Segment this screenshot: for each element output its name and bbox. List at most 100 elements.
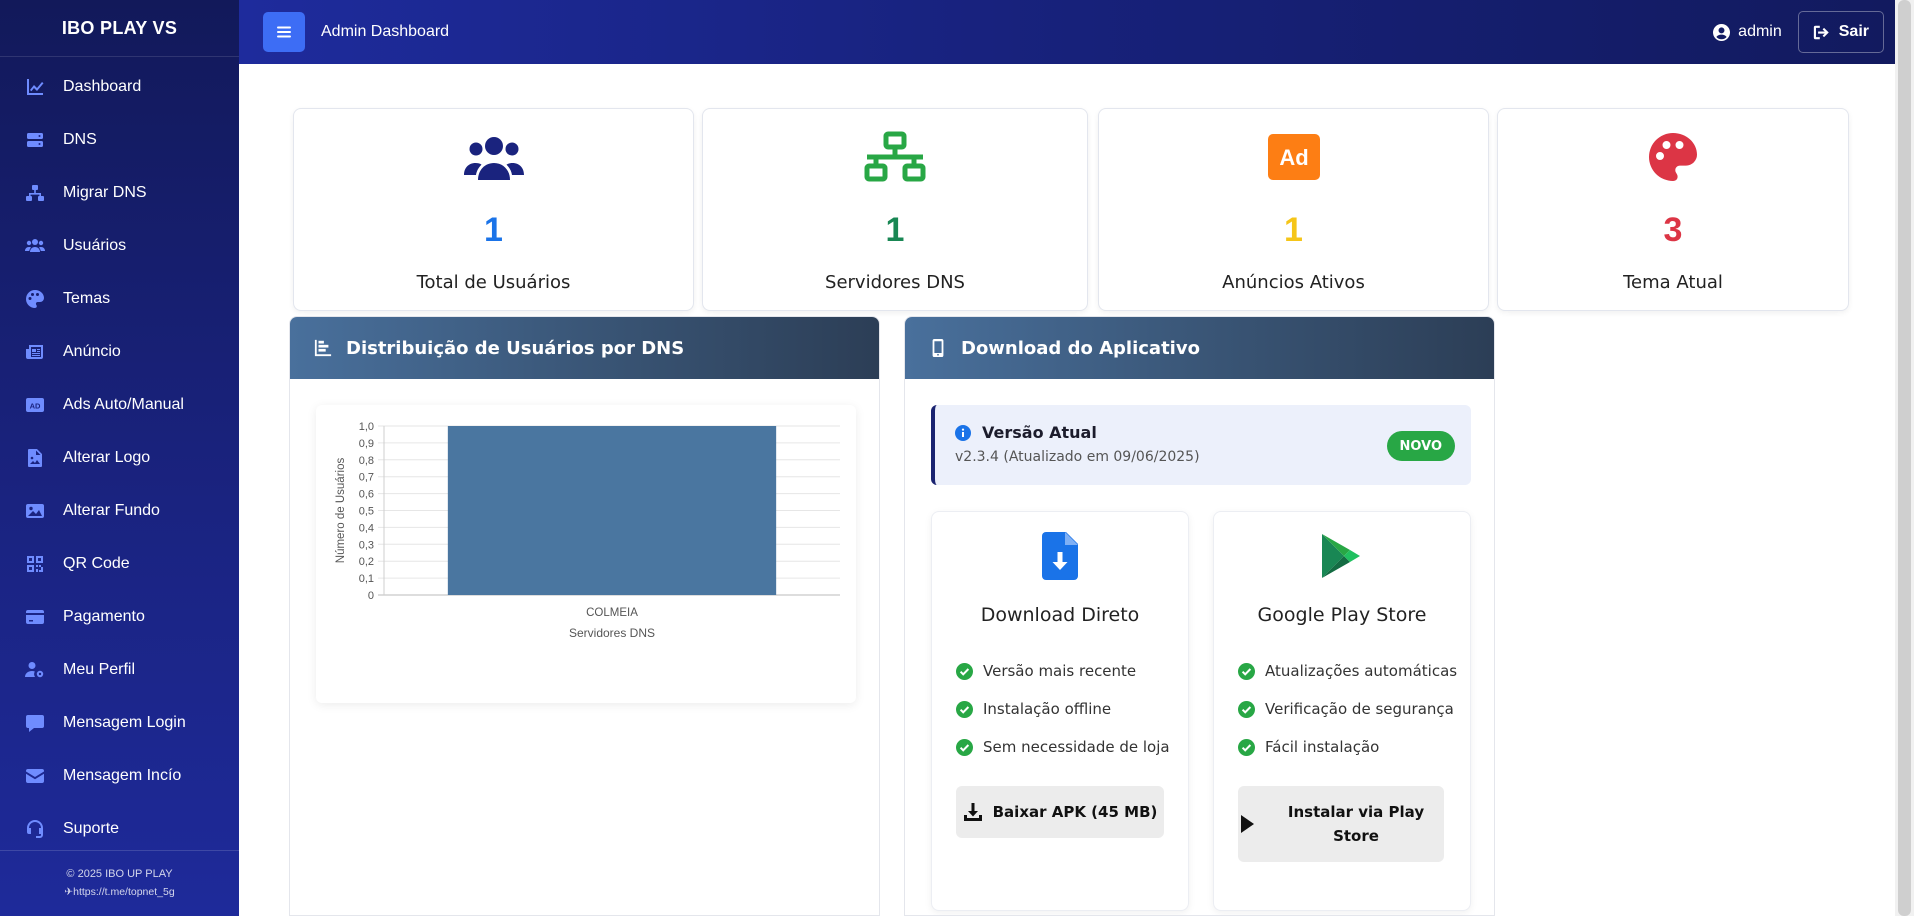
feature-item: Sem necessidade de loja — [956, 728, 1170, 766]
sidebar-item-alterar-fundo[interactable]: Alterar Fundo — [0, 484, 239, 537]
topbar: Admin Dashboard admin Sair — [239, 0, 1914, 64]
y-axis-title: Número de Usuários — [335, 458, 347, 564]
google-play-icon — [1241, 815, 1254, 833]
sidebar-item-migrar-dns[interactable]: Migrar DNS — [0, 166, 239, 219]
palette-icon — [25, 289, 45, 309]
sidebar-item-qr-code[interactable]: QR Code — [0, 537, 239, 590]
svg-text:AD: AD — [30, 401, 41, 410]
topbar-actions: admin Sair — [1713, 11, 1884, 53]
stat-label: Servidores DNS — [825, 272, 965, 293]
sidebar-item-anuncio[interactable]: Anúncio — [0, 325, 239, 378]
y-tick-label: 0,2 — [359, 556, 374, 568]
y-tick-label: 0,7 — [359, 472, 374, 484]
network-icon — [25, 183, 45, 203]
sidebar-nav: Dashboard DNS Migrar DNS Usuários Temas … — [0, 57, 239, 855]
sidebar-item-usuarios[interactable]: Usuários — [0, 219, 239, 272]
sidebar-item-ads[interactable]: AD Ads Auto/Manual — [0, 378, 239, 431]
user-menu[interactable]: admin — [1713, 23, 1782, 41]
download-card-title: Download Direto — [980, 604, 1140, 626]
feature-text: Fácil instalação — [1265, 738, 1380, 756]
stat-card-tema-atual: 3 Tema Atual — [1497, 108, 1849, 311]
envelope-icon — [25, 766, 45, 786]
newspaper-icon — [25, 342, 45, 362]
download-apk-button[interactable]: Baixar APK (45 MB) — [956, 786, 1164, 838]
sign-out-icon — [1813, 25, 1829, 39]
page-scrollbar[interactable] — [1895, 0, 1914, 916]
footer-link-text: https://t.me/topnet_5g — [73, 886, 175, 898]
sidebar-item-label: Mensagem Login — [63, 713, 186, 731]
y-tick-label: 0,9 — [359, 438, 374, 450]
play-store-button[interactable]: Instalar via Play Store — [1238, 786, 1444, 862]
ad-icon: AD — [25, 395, 45, 415]
sidebar-item-label: DNS — [63, 130, 97, 148]
stat-value: 1 — [885, 211, 905, 249]
feature-item: Verificação de segurança — [1238, 690, 1457, 728]
check-circle-icon — [1238, 738, 1255, 756]
sidebar-item-label: Migrar DNS — [63, 183, 147, 201]
y-tick-label: 0,4 — [359, 522, 374, 534]
username: admin — [1738, 23, 1782, 40]
google-play-icon — [1322, 534, 1360, 578]
stat-card-anuncios-ativos: Ad 1 Anúncios Ativos — [1098, 108, 1489, 311]
sidebar-item-dashboard[interactable]: Dashboard — [0, 60, 239, 113]
y-tick-label: 0,5 — [359, 506, 374, 518]
feature-list: Atualizações automáticas Verificação de … — [1238, 652, 1457, 766]
new-badge: NOVO — [1386, 431, 1455, 461]
stat-label: Total de Usuários — [416, 272, 571, 293]
google-play-card: Google Play Store Atualizações automátic… — [1213, 511, 1471, 911]
footer-telegram-link[interactable]: ✈https://t.me/topnet_5g — [0, 883, 239, 901]
scrollbar-thumb[interactable] — [1898, 0, 1911, 916]
sidebar-item-label: Meu Perfil — [63, 660, 136, 678]
chart-card: 0 0,1 0,2 0,3 0,4 0,5 0,6 0,7 0,8 0,9 1,0 COLMEIA Se… — [316, 405, 856, 703]
telegram-icon: ✈ — [64, 886, 74, 898]
y-tick-label: 0,3 — [359, 539, 374, 551]
y-tick-label: 0,8 — [359, 455, 374, 467]
logout-button[interactable]: Sair — [1797, 11, 1884, 53]
sidebar-item-mensagem-login[interactable]: Mensagem Login — [0, 696, 239, 749]
bar — [447, 426, 777, 595]
check-circle-icon — [956, 738, 973, 756]
sidebar-item-label: Alterar Logo — [63, 448, 151, 466]
chart-line-icon — [25, 77, 45, 97]
sidebar-item-dns[interactable]: DNS — [0, 113, 239, 166]
sidebar-item-label: QR Code — [63, 554, 130, 572]
info-circle-icon — [955, 425, 971, 441]
chart-panel: Distribuição de Usuários por DNS 0 0,1 0,2… — [289, 316, 880, 916]
download-card-title: Google Play Store — [1257, 604, 1427, 626]
chart-panel-title: Distribuição de Usuários por DNS — [346, 337, 685, 359]
network-icon — [864, 131, 926, 182]
y-tick-label: 0 — [368, 590, 374, 602]
sidebar-item-temas[interactable]: Temas — [0, 272, 239, 325]
sidebar-item-label: Dashboard — [63, 77, 142, 95]
sidebar-item-mensagem-inicio[interactable]: Mensagem Incío — [0, 749, 239, 802]
file-image-icon — [25, 448, 45, 468]
download-panel-header: Download do Aplicativo — [905, 317, 1494, 379]
footer-copyright: © 2025 IBO UP PLAY — [66, 868, 173, 880]
version-subtitle: v2.3.4 (Atualizado em 09/06/2025) — [955, 449, 1200, 465]
stat-value: 1 — [484, 211, 503, 249]
headset-icon — [25, 819, 45, 839]
sidebar-item-label: Anúncio — [63, 342, 121, 360]
feature-text: Sem necessidade de loja — [983, 738, 1170, 756]
check-circle-icon — [1238, 662, 1255, 680]
check-circle-icon — [956, 700, 973, 718]
sidebar-item-pagamento[interactable]: Pagamento — [0, 590, 239, 643]
image-icon — [25, 501, 45, 521]
feature-text: Instalação offline — [983, 700, 1112, 718]
button-label: Baixar APK (45 MB) — [992, 803, 1158, 821]
stat-card-total-usuarios: 1 Total de Usuários — [293, 108, 694, 311]
sidebar-item-alterar-logo[interactable]: Alterar Logo — [0, 431, 239, 484]
mobile-icon — [932, 339, 944, 357]
button-label: Instalar via Play Store — [1287, 803, 1425, 845]
check-circle-icon — [1238, 700, 1255, 718]
sidebar-item-label: Alterar Fundo — [63, 501, 160, 519]
sidebar-item-label: Temas — [63, 289, 111, 307]
download-direct-card: Download Direto Versão mais recente Inst… — [931, 511, 1189, 911]
ad-icon: Ad — [1267, 134, 1320, 180]
sidebar-item-meu-perfil[interactable]: Meu Perfil — [0, 643, 239, 696]
feature-text: Verificação de segurança — [1265, 700, 1454, 718]
sidebar-item-label: Usuários — [63, 236, 127, 254]
chart-bar-icon — [314, 339, 332, 357]
sidebar-item-suporte[interactable]: Suporte — [0, 802, 239, 855]
menu-toggle-button[interactable] — [263, 12, 305, 52]
